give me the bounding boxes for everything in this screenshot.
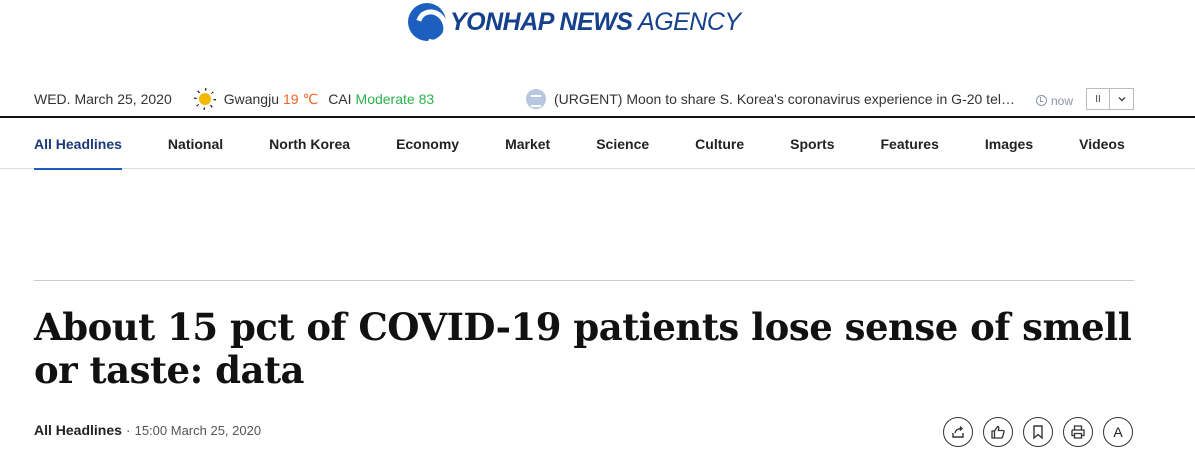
nav-item-science[interactable]: Science bbox=[596, 118, 649, 169]
nav-list: All Headlines National North Korea Economy M… bbox=[34, 118, 1125, 170]
bookmark-icon bbox=[1033, 425, 1043, 440]
nav-item-videos[interactable]: Videos bbox=[1079, 118, 1125, 169]
nav-item-north-korea[interactable]: North Korea bbox=[269, 118, 350, 169]
logo-brand-bold: YONHAP NEWS bbox=[450, 7, 633, 36]
yonhap-logo-icon bbox=[408, 3, 446, 41]
nav-item-culture[interactable]: Culture bbox=[695, 118, 744, 169]
content-separator bbox=[34, 280, 1134, 281]
font-size-button[interactable]: A bbox=[1103, 417, 1133, 447]
yonhap-logo[interactable]: YONHAP NEWS AGENCY bbox=[408, 0, 741, 44]
bookmark-button[interactable] bbox=[1023, 417, 1053, 447]
share-icon bbox=[952, 426, 964, 438]
ticker-headline[interactable]: (URGENT) Moon to share S. Korea's corona… bbox=[554, 91, 1016, 107]
current-date: WED. March 25, 2020 bbox=[34, 91, 172, 107]
article-actions: A bbox=[943, 417, 1133, 447]
logo-brand-light: AGENCY bbox=[638, 7, 741, 36]
nav-item-images[interactable]: Images bbox=[985, 118, 1033, 169]
printer-icon bbox=[1071, 425, 1085, 439]
article-title: About 15 pct of COVID-19 patients lose s… bbox=[34, 305, 1132, 392]
share-button[interactable] bbox=[943, 417, 973, 447]
meta-separator: · bbox=[125, 422, 131, 438]
chevron-down-icon bbox=[1118, 97, 1125, 102]
nav-item-sports[interactable]: Sports bbox=[790, 118, 834, 169]
clock-icon bbox=[1036, 95, 1047, 106]
weather-city[interactable]: Gwangju bbox=[224, 91, 279, 107]
nav-item-market[interactable]: Market bbox=[505, 118, 550, 169]
like-button[interactable] bbox=[983, 417, 1013, 447]
article-meta: All Headlines · 15:00 March 25, 2020 bbox=[34, 422, 261, 438]
nav-item-economy[interactable]: Economy bbox=[396, 118, 459, 169]
nav-item-all-headlines[interactable]: All Headlines bbox=[34, 118, 122, 170]
ticker-controls: II bbox=[1086, 88, 1134, 110]
breaking-news-ticker[interactable]: (URGENT) Moon to share S. Korea's corona… bbox=[526, 84, 1073, 114]
article-timestamp: 15:00 March 25, 2020 bbox=[134, 422, 262, 438]
cai-label: CAI bbox=[328, 91, 352, 107]
print-button[interactable] bbox=[1063, 417, 1093, 447]
ticker-time: now bbox=[1036, 94, 1073, 108]
info-bar: WED. March 25, 2020 Gwangju 19 ℃ CAI Mod… bbox=[34, 84, 1135, 114]
ticker-expand-button[interactable] bbox=[1110, 88, 1134, 110]
cai-value: Moderate 83 bbox=[355, 91, 435, 107]
sun-icon bbox=[194, 88, 216, 110]
nav-item-features[interactable]: Features bbox=[881, 118, 939, 169]
main-navigation: All Headlines National North Korea Economy M… bbox=[0, 116, 1195, 170]
ticker-pause-button[interactable]: II bbox=[1086, 88, 1110, 110]
weather-temperature: 19 ℃ bbox=[283, 90, 319, 107]
thumbs-up-icon bbox=[991, 425, 1005, 439]
logo-text: YONHAP NEWS AGENCY bbox=[450, 8, 741, 37]
article-category[interactable]: All Headlines bbox=[34, 422, 122, 438]
nav-item-national[interactable]: National bbox=[168, 118, 223, 169]
font-size-icon: A bbox=[1113, 424, 1123, 440]
ticker-time-label: now bbox=[1051, 93, 1074, 108]
news-list-icon bbox=[526, 89, 546, 109]
